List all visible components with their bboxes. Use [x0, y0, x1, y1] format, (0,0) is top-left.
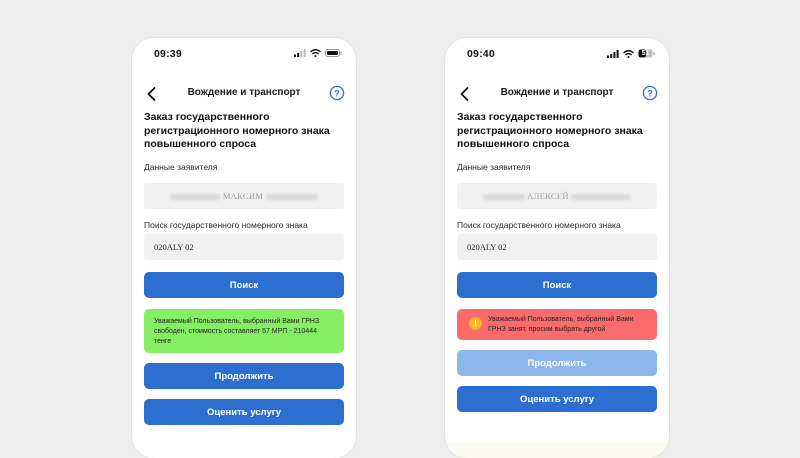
nav-title: Вождение и транспорт — [187, 87, 301, 98]
plate-search-label: Поиск государственного номерного знака — [144, 220, 308, 230]
rate-service-button[interactable]: Оценить услугу — [144, 399, 344, 425]
status-bar: 09:39 — [132, 38, 356, 68]
plate-search-value: 020ALY 02 — [467, 242, 507, 252]
help-icon[interactable]: ? — [642, 85, 658, 101]
applicant-label: Данные заявителя — [457, 162, 531, 172]
wifi-icon — [310, 49, 321, 57]
nav-bar: Вождение и транспорт ? — [132, 84, 356, 104]
applicant-name: АЛЕКСЕЙ — [527, 191, 569, 201]
status-message-success: Уважаемый Пользователь, выбранный Вами Г… — [144, 309, 344, 353]
signal-icon — [607, 49, 619, 58]
status-icons — [294, 49, 342, 57]
status-time: 09:39 — [154, 48, 182, 60]
applicant-field: МАКСИМ — [144, 183, 344, 209]
applicant-name: МАКСИМ — [222, 191, 264, 201]
status-message-error: ! Уважаемый Пользователь, выбранный Вами… — [457, 309, 657, 340]
status-bar: 09:40 51 — [445, 38, 669, 68]
status-message-text: Уважаемый Пользователь, выбранный Вами Г… — [488, 316, 634, 333]
nav-bar: Вождение и транспорт ? — [445, 84, 669, 104]
continue-button[interactable]: Продолжить — [144, 363, 344, 389]
page-title: Заказ государственного регистрационного … — [144, 111, 330, 150]
search-button[interactable]: Поиск — [457, 272, 657, 298]
phone-screen-success: 09:39 Вождение и транспорт ? Заказ госуд… — [132, 38, 356, 458]
applicant-field: АЛЕКСЕЙ — [457, 183, 657, 209]
page-title: Заказ государственного регистрационного … — [457, 111, 643, 150]
battery-icon: 51 — [638, 49, 655, 58]
wifi-icon — [623, 49, 634, 58]
status-time: 09:40 — [467, 48, 495, 60]
battery-icon — [325, 49, 342, 57]
phone-screen-error: 09:40 51 Вождение и транспорт ? Заказ го… — [445, 38, 669, 458]
battery-level: 51 — [641, 50, 650, 57]
help-icon[interactable]: ? — [329, 85, 345, 101]
status-icons: 51 — [607, 49, 655, 58]
signal-icon — [294, 49, 306, 57]
plate-search-input[interactable]: 020ALY 02 — [457, 234, 657, 260]
status-message-text: Уважаемый Пользователь, выбранный Вами Г… — [154, 318, 320, 345]
nav-title: Вождение и транспорт — [500, 87, 614, 98]
svg-text:?: ? — [334, 88, 340, 98]
plate-search-value: 020ALY 02 — [154, 242, 194, 252]
continue-button-disabled[interactable]: Продолжить — [457, 350, 657, 376]
search-button[interactable]: Поиск — [144, 272, 344, 298]
bottom-bar — [445, 442, 669, 458]
svg-text:?: ? — [647, 88, 653, 98]
plate-search-label: Поиск государственного номерного знака — [457, 220, 621, 230]
plate-search-input[interactable]: 020ALY 02 — [144, 234, 344, 260]
warning-icon: ! — [469, 317, 482, 330]
applicant-label: Данные заявителя — [144, 162, 218, 172]
rate-service-button[interactable]: Оценить услугу — [457, 386, 657, 412]
